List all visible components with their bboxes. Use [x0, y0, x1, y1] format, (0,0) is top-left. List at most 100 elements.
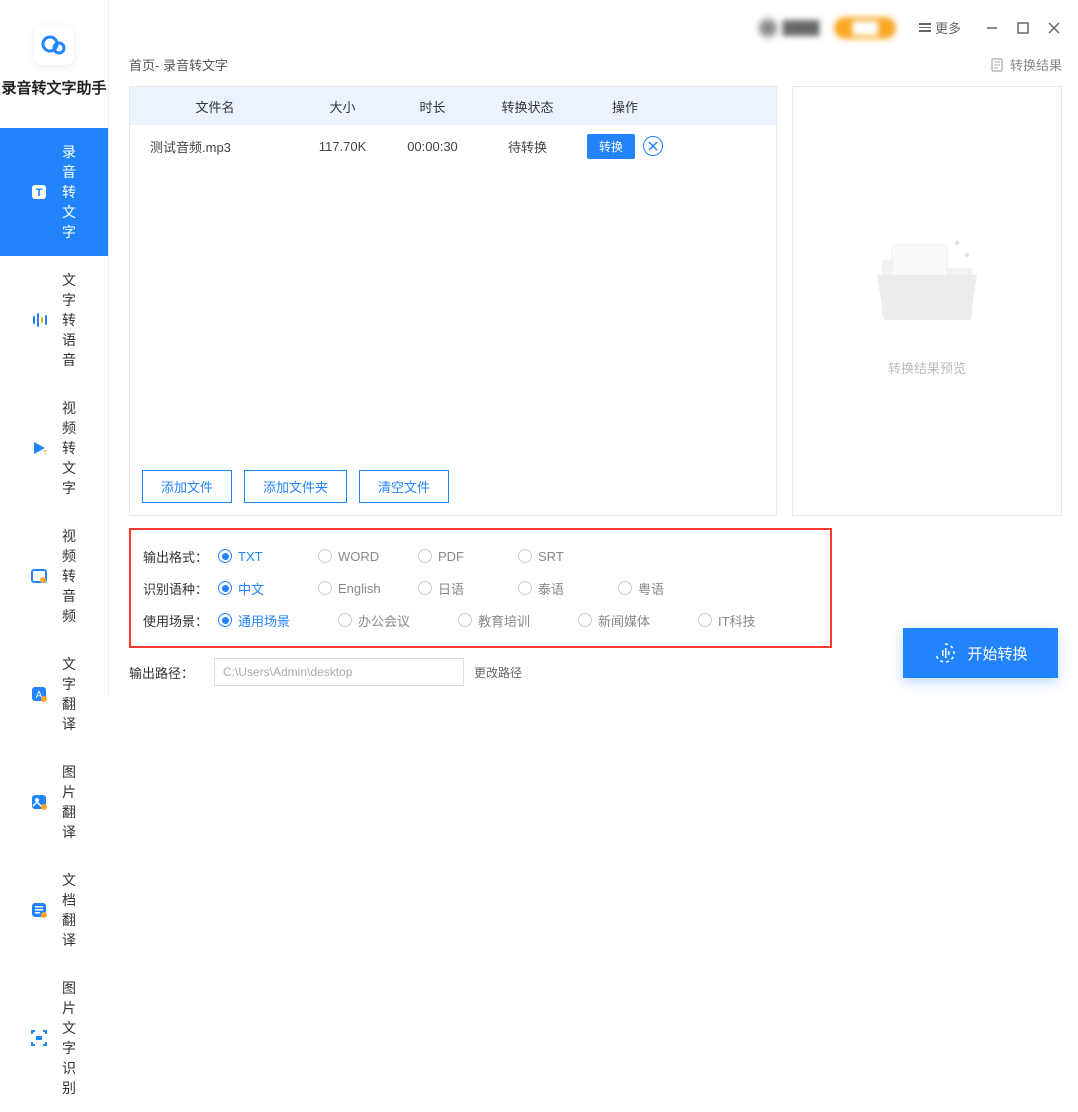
scene-option[interactable]: 教育培训 — [458, 611, 578, 630]
radio-label: 新闻媒体 — [598, 611, 650, 630]
folder-illust-icon — [862, 225, 992, 338]
doc-icon — [990, 58, 1004, 72]
close-icon — [648, 141, 658, 151]
nav-label: 文字转语音 — [62, 270, 78, 370]
radio-icon — [338, 613, 352, 627]
language-option[interactable]: English — [318, 579, 418, 598]
scene-option[interactable]: 新闻媒体 — [578, 611, 698, 630]
breadcrumb: 首页- 录音转文字 — [129, 55, 228, 74]
preview-label: 转换结果预览 — [888, 358, 966, 377]
radio-label: TXT — [238, 549, 263, 564]
output-path-label: 输出路径： — [129, 663, 204, 682]
radio-label: 办公会议 — [358, 611, 410, 630]
nav-item-ocr[interactable]: 图片文字识别 — [0, 964, 108, 1112]
content: 首页- 录音转文字 转换结果 文件名 大小 时长 转换状态 操作 — [109, 55, 1078, 696]
add-file-button[interactable]: 添加文件 — [142, 470, 232, 503]
nav-item-text-translate[interactable]: A 文字翻译 — [0, 640, 108, 748]
radio-icon — [218, 581, 232, 595]
audio-icon — [30, 310, 48, 330]
nav-item-text-to-speech[interactable]: 文字转语音 — [0, 256, 108, 384]
start-convert-button[interactable]: 开始转换 — [903, 628, 1058, 678]
setting-scene: 使用场景： 通用场景 办公会议 教育培训 新闻媒体 IT科技 — [143, 604, 818, 636]
result-link[interactable]: 转换结果 — [990, 55, 1062, 74]
radio-icon — [518, 549, 532, 563]
scene-option[interactable]: IT科技 — [698, 611, 818, 630]
add-folder-button[interactable]: 添加文件夹 — [244, 470, 347, 503]
delete-button[interactable] — [643, 136, 663, 156]
nav-item-video-to-audio[interactable]: 视频转音频 — [0, 512, 108, 640]
setting-label-scene: 使用场景： — [143, 611, 218, 630]
td-filename: 测试音频.mp3 — [130, 137, 300, 156]
radio-label: SRT — [538, 549, 564, 564]
setting-language: 识别语种： 中文English日语泰语粤语 — [143, 572, 818, 604]
svg-text:T: T — [43, 450, 48, 457]
preview-panel: 转换结果预览 — [792, 86, 1062, 516]
convert-button[interactable]: 转换 — [587, 134, 635, 159]
badge-blurred: ███ — [834, 17, 896, 39]
nav-label: 录音转文字 — [62, 142, 78, 242]
main: ████ ███ 更多 首页- 录音转文字 转换结果 文件名 — [109, 0, 1078, 696]
logo-area: 录音转文字助手 — [1, 25, 106, 98]
radio-icon — [518, 581, 532, 595]
radio-icon — [218, 549, 232, 563]
radio-label: 泰语 — [538, 579, 564, 598]
radio-label: 教育培训 — [478, 611, 530, 630]
minimize-button[interactable] — [984, 20, 1000, 36]
nav-item-doc-translate[interactable]: 文档翻译 — [0, 856, 108, 964]
nav-label: 文档翻译 — [62, 870, 78, 950]
setting-output-format: 输出格式： TXT WORDPDF SRT — [143, 540, 818, 572]
doc-translate-icon — [30, 900, 48, 920]
nav-item-image-translate[interactable]: 图片翻译 — [0, 748, 108, 856]
table-row: 测试音频.mp3 117.70K 00:00:30 待转换 转换 — [130, 125, 776, 167]
nav-item-audio-to-text[interactable]: T 录音转文字 — [0, 128, 108, 256]
radio-icon — [418, 581, 432, 595]
format-option[interactable]: PDF — [418, 549, 518, 564]
file-panel: 文件名 大小 时长 转换状态 操作 测试音频.mp3 117.70K 00:00… — [129, 86, 777, 516]
radio-label: 通用场景 — [238, 611, 290, 630]
ocr-icon — [30, 1028, 48, 1048]
app-logo-icon — [34, 25, 74, 65]
nav-label: 图片文字识别 — [62, 978, 78, 1098]
format-option[interactable]: SRT — [518, 549, 618, 564]
radio-label: IT科技 — [718, 611, 756, 630]
radio-icon — [458, 613, 472, 627]
th-status: 转换状态 — [480, 97, 575, 116]
th-operation: 操作 — [575, 97, 675, 116]
nav: T 录音转文字 文字转语音 T 视频转文字 视频转音频 A 文字翻译 图片翻译 — [0, 128, 108, 1112]
close-button[interactable] — [1046, 20, 1062, 36]
radio-icon — [578, 613, 592, 627]
radio-icon — [218, 613, 232, 627]
image-translate-icon — [30, 792, 48, 812]
output-path-input[interactable] — [214, 658, 464, 686]
text-icon: T — [30, 182, 48, 202]
language-option[interactable]: 泰语 — [518, 579, 618, 598]
settings-panel: 输出格式： TXTWORDPDFSRT 识别语种： 中文English日语泰语粤… — [129, 528, 832, 648]
nav-label: 视频转文字 — [62, 398, 78, 498]
nav-label: 视频转音频 — [62, 526, 78, 626]
change-path-link[interactable]: 更改路径 — [474, 664, 522, 681]
nav-item-video-to-text[interactable]: T 视频转文字 — [0, 384, 108, 512]
language-option[interactable]: 粤语 — [618, 579, 718, 598]
format-option[interactable]: WORD — [318, 549, 418, 564]
convert-spinner-icon — [933, 641, 957, 665]
maximize-button[interactable] — [1015, 20, 1031, 36]
scene-option[interactable]: 办公会议 — [338, 611, 458, 630]
setting-label-format: 输出格式： — [143, 547, 218, 566]
scene-option[interactable]: 通用场景 — [218, 611, 338, 630]
nav-label: 图片翻译 — [62, 762, 78, 842]
titlebar: ████ ███ 更多 — [109, 0, 1078, 55]
clear-files-button[interactable]: 清空文件 — [359, 470, 449, 503]
radio-label: English — [338, 581, 381, 596]
format-option[interactable]: TXT — [218, 549, 318, 564]
user-info-blurred: ████ — [759, 19, 820, 37]
td-duration: 00:00:30 — [385, 139, 480, 154]
language-option[interactable]: 日语 — [418, 579, 518, 598]
more-button[interactable]: 更多 — [911, 14, 969, 41]
radio-icon — [698, 613, 712, 627]
radio-label: 粤语 — [638, 579, 664, 598]
language-option[interactable]: 中文 — [218, 579, 318, 598]
th-size: 大小 — [300, 97, 385, 116]
svg-text:T: T — [36, 187, 43, 199]
app-title: 录音转文字助手 — [1, 77, 106, 98]
radio-icon — [618, 581, 632, 595]
